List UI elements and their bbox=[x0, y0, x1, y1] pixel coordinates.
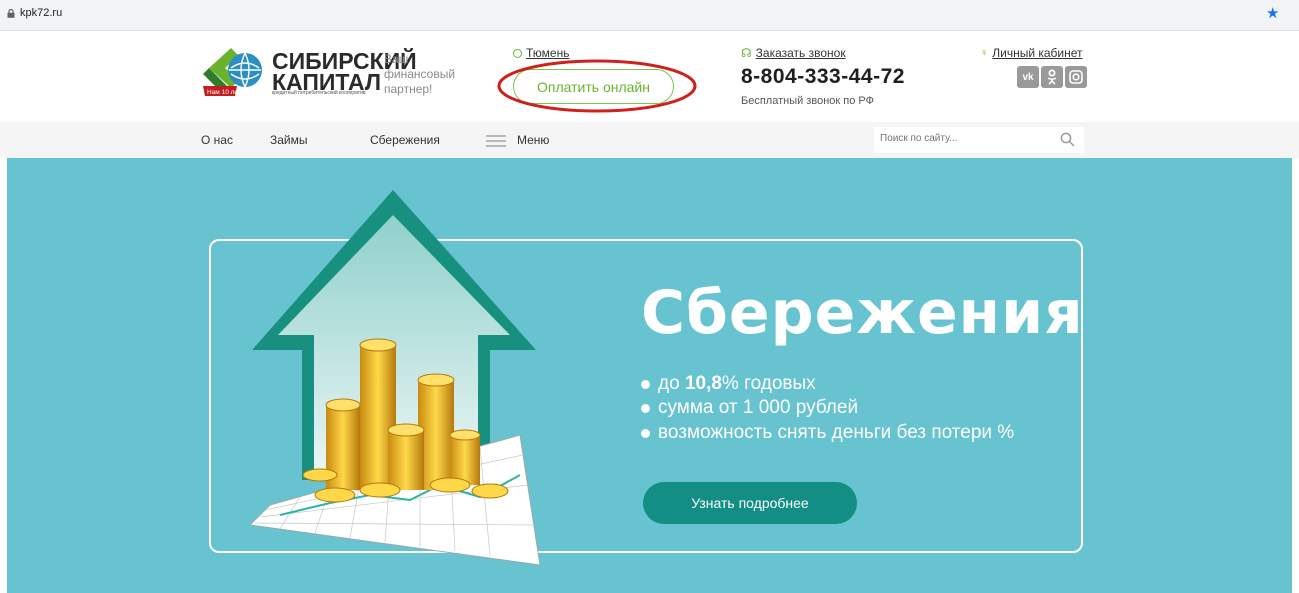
search-icon[interactable] bbox=[1060, 132, 1075, 147]
bookmark-star-icon[interactable]: ★ bbox=[1266, 6, 1279, 21]
banner-bullet: возможность снять деньги без потери % bbox=[641, 422, 1014, 444]
search-input[interactable] bbox=[880, 133, 1040, 144]
bullet-dot bbox=[641, 403, 650, 413]
tagline: Ваш финансовый партнер! bbox=[384, 52, 456, 96]
address-bar[interactable] bbox=[0, 0, 1299, 31]
banner-bullet: до 10,8% годовых bbox=[641, 373, 816, 395]
bullet-text: до bbox=[658, 373, 685, 394]
nav-item-loans[interactable]: Займы bbox=[270, 133, 308, 147]
vk-icon[interactable]: vk bbox=[1017, 66, 1039, 88]
logo-icon[interactable]: Нам 10 лет! bbox=[201, 46, 265, 104]
callback-label: Заказать звонок bbox=[755, 46, 846, 60]
nav-item-savings[interactable]: Сбережения bbox=[370, 133, 440, 147]
callback-link[interactable]: ☊ Заказать звонок bbox=[741, 46, 846, 60]
logo-badge-text: Нам 10 лет! bbox=[207, 89, 243, 96]
url-text[interactable]: kpk72.ru bbox=[20, 7, 62, 19]
location-pin-icon bbox=[513, 48, 522, 58]
instagram-icon[interactable] bbox=[1065, 66, 1087, 88]
bullet-text: % годовых bbox=[721, 373, 816, 394]
cabinet-label: Личный кабинет bbox=[992, 46, 1083, 60]
lock-icon bbox=[7, 9, 15, 18]
bullet-text: сумма от 1 000 рублей bbox=[658, 397, 859, 418]
phone-note: Бесплатный звонок по РФ bbox=[741, 95, 874, 107]
bullet-dot bbox=[641, 428, 650, 438]
banner-bullet: сумма от 1 000 рублей bbox=[641, 397, 858, 419]
bullet-dot bbox=[641, 379, 650, 389]
user-icon: ♀ bbox=[980, 47, 989, 59]
phone-number[interactable]: 8-804-333-44-72 bbox=[741, 65, 905, 89]
headset-icon: ☊ bbox=[741, 46, 752, 60]
hamburger-menu-icon[interactable] bbox=[486, 135, 506, 147]
nav-item-menu[interactable]: Меню bbox=[517, 133, 549, 147]
search-box[interactable] bbox=[874, 127, 1084, 153]
banner-title: Сбережения bbox=[641, 278, 1084, 348]
coins-arrow-illustration bbox=[248, 190, 541, 566]
learn-more-button[interactable]: Узнать подробнее bbox=[643, 482, 857, 524]
main-nav bbox=[0, 122, 1299, 158]
odnoklassniki-icon[interactable] bbox=[1041, 66, 1063, 88]
logo-subline: кредитный потребительский кооператив bbox=[272, 90, 366, 96]
personal-cabinet-link[interactable]: ♀ Личный кабинет bbox=[980, 46, 1083, 60]
bullet-highlight: 10,8 bbox=[684, 373, 722, 394]
annotation-circle bbox=[497, 59, 697, 113]
bullet-text: возможность снять деньги без потери % bbox=[658, 422, 1015, 443]
nav-item-about[interactable]: О нас bbox=[201, 133, 233, 147]
